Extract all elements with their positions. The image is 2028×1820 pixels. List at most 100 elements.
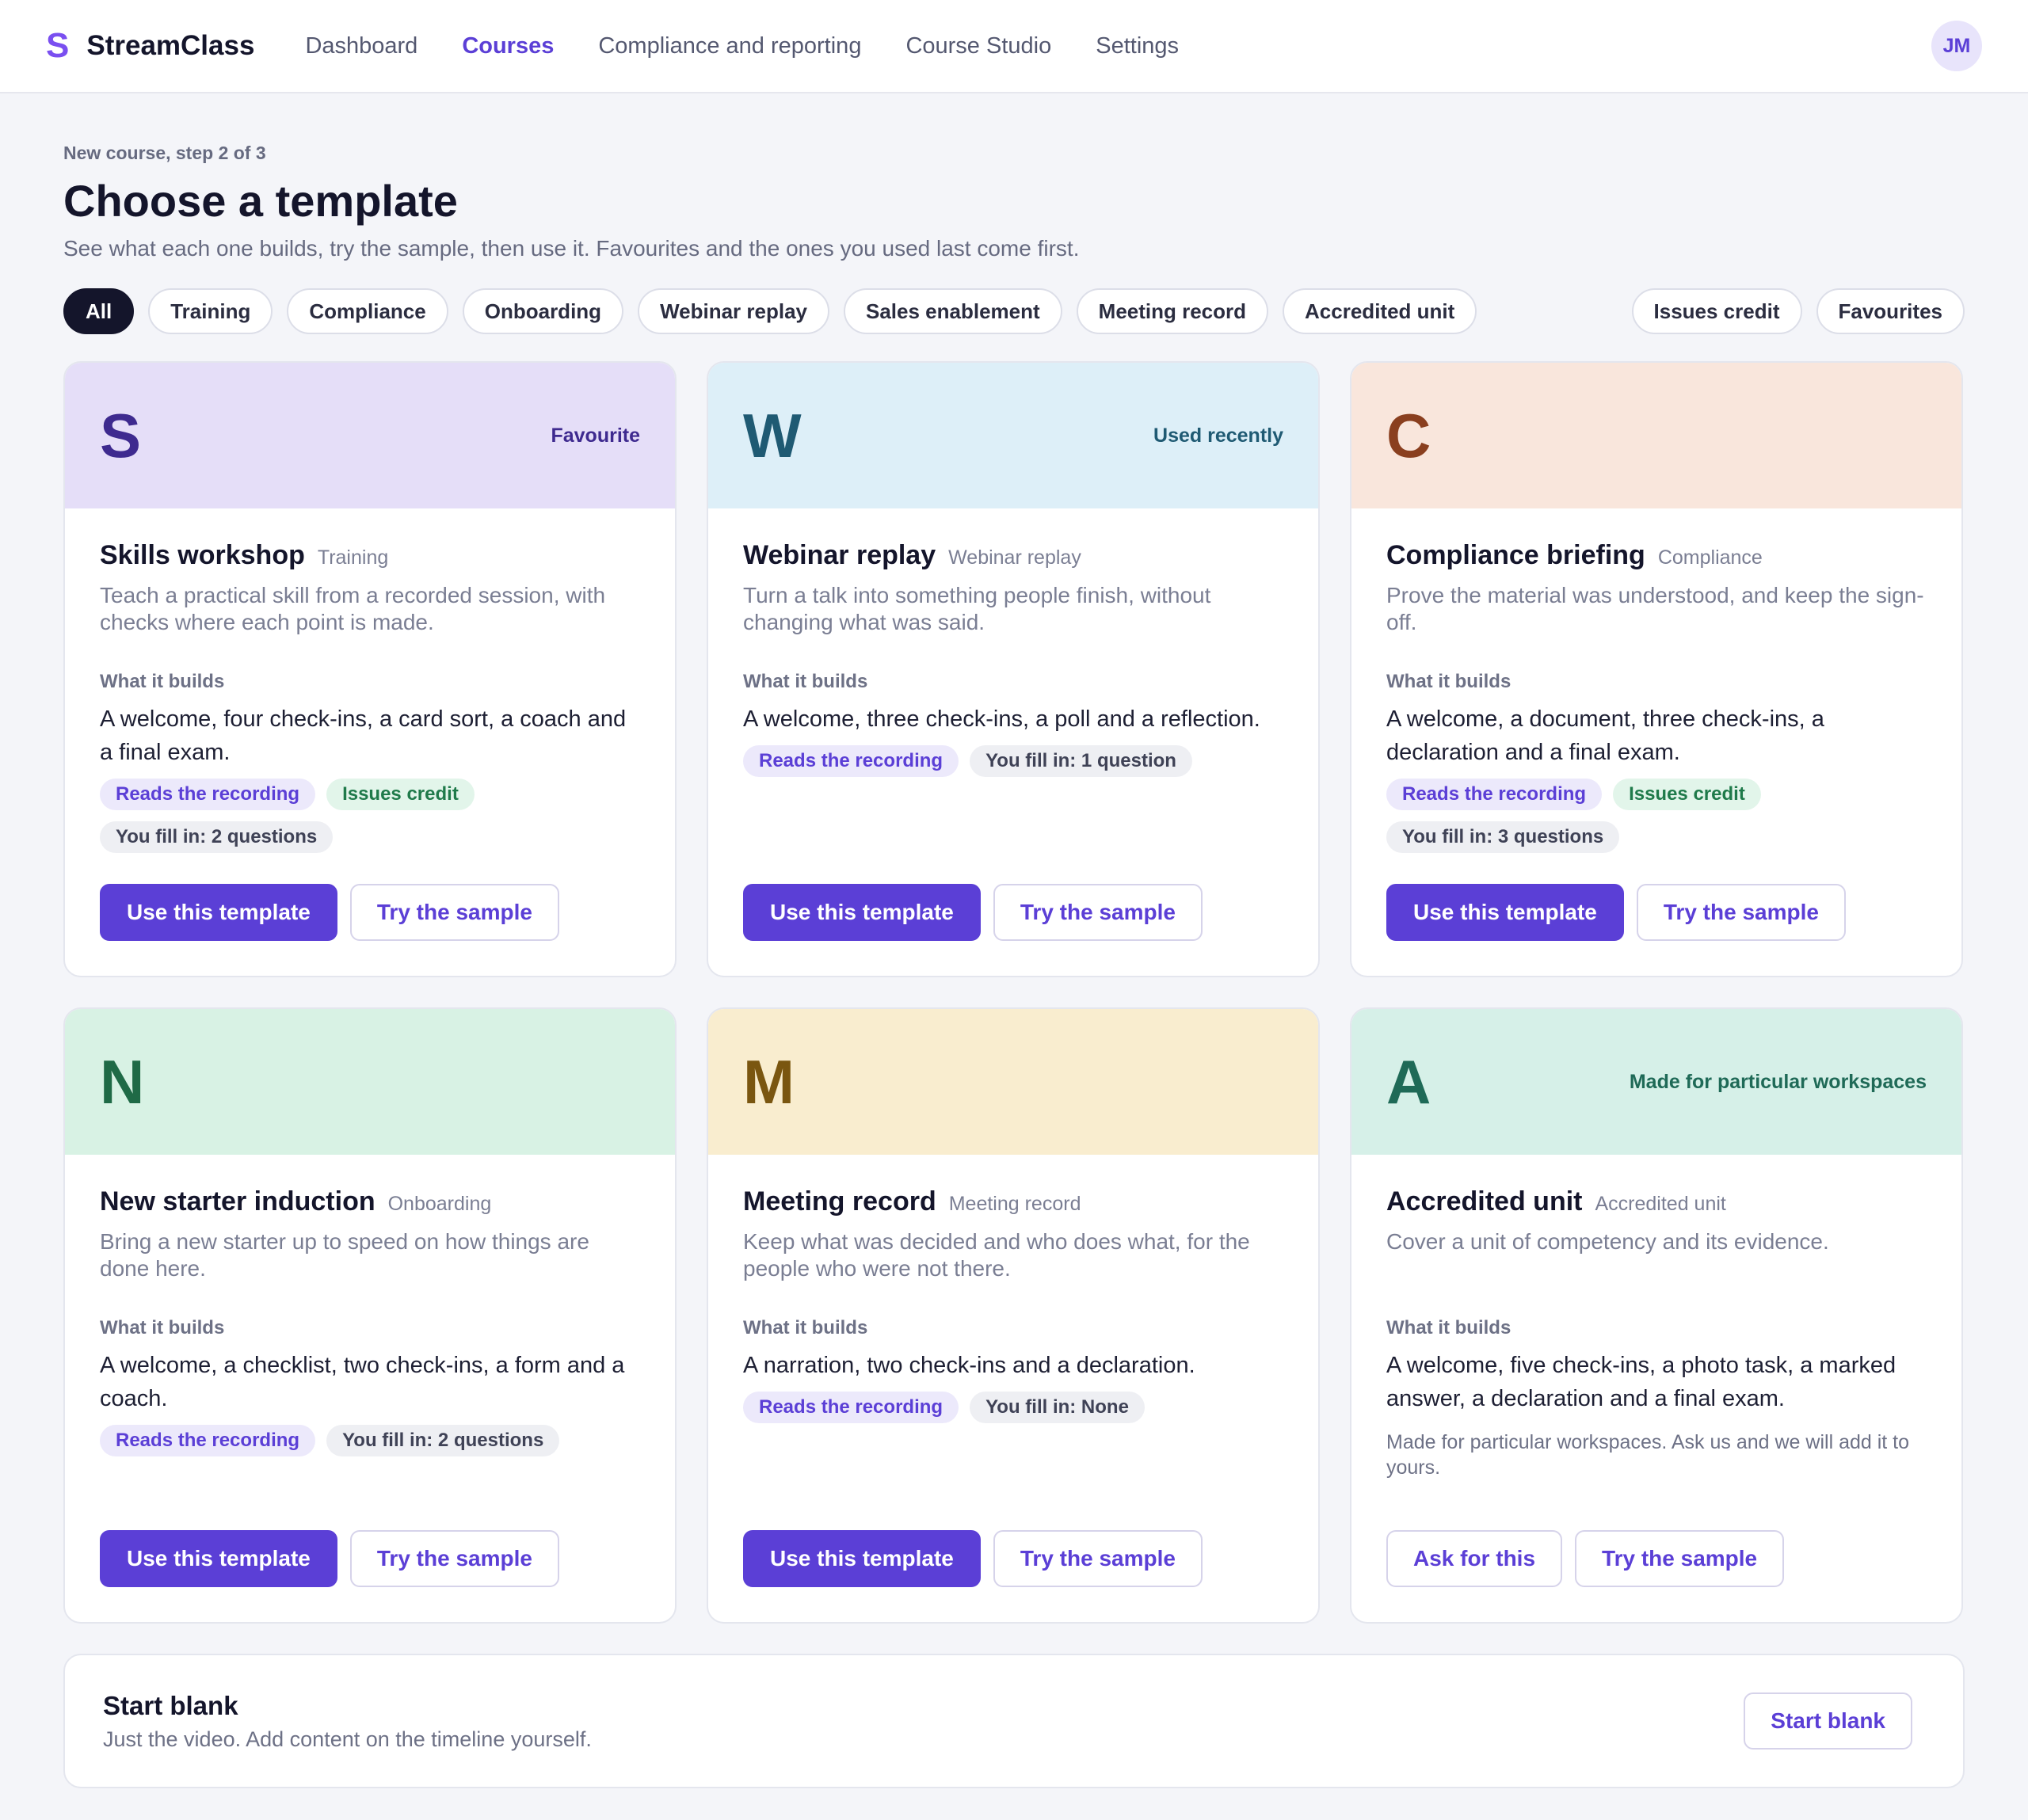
use-template-button[interactable]: Use this template <box>743 1530 981 1587</box>
builds-text: A welcome, a document, three check-ins, … <box>1386 706 1824 765</box>
card-category: Training <box>317 546 389 569</box>
card-title: Compliance briefing <box>1386 540 1645 570</box>
avatar[interactable]: JM <box>1931 21 1982 71</box>
badge-list: Reads the recording Issues credit You fi… <box>1386 779 1927 864</box>
start-blank-title: Start blank <box>103 1690 238 1720</box>
filter-chip-sales-enablement[interactable]: Sales enablement <box>844 288 1062 334</box>
badge-fill-in: You fill in: 3 questions <box>1386 821 1620 853</box>
card-description: Prove the material was understood, and k… <box>1386 583 1924 634</box>
template-card-accredited-unit: A Made for particular workspaces Accredi… <box>1350 1007 1963 1624</box>
use-template-button[interactable]: Use this template <box>1386 884 1624 941</box>
badge-issues-credit: Issues credit <box>1613 779 1761 810</box>
card-title: Skills workshop <box>100 540 305 570</box>
start-blank-panel: Start blank Just the video. Add content … <box>63 1654 1965 1788</box>
card-description: Bring a new starter up to speed on how t… <box>100 1229 589 1281</box>
try-sample-button[interactable]: Try the sample <box>993 1530 1203 1587</box>
try-sample-button[interactable]: Try the sample <box>349 884 559 941</box>
card-monogram: N <box>100 1046 145 1117</box>
filter-chip-issues-credit[interactable]: Issues credit <box>1631 288 1802 334</box>
card-category: Compliance <box>1657 546 1763 569</box>
card-flag: Made for particular workspaces <box>1629 1070 1927 1093</box>
template-card-compliance-briefing: C Compliance briefing Compliance Prove t… <box>1350 361 1963 977</box>
template-card-webinar-replay: W Used recently Webinar replay Webinar r… <box>707 361 1320 977</box>
card-monogram: M <box>743 1046 795 1117</box>
card-description: Keep what was decided and who does what,… <box>743 1229 1250 1281</box>
filter-chip-all[interactable]: All <box>63 288 135 334</box>
ask-for-this-button[interactable]: Ask for this <box>1386 1530 1563 1587</box>
builds-label: What it builds <box>100 1317 225 1338</box>
builds-label: What it builds <box>100 671 225 692</box>
template-card-skills-workshop: S Favourite Skills workshop Training Tea… <box>63 361 677 977</box>
card-flag: Favourite <box>551 424 640 447</box>
template-grid: S Favourite Skills workshop Training Tea… <box>63 361 1965 1624</box>
template-card-meeting-record: M Meeting record Meeting record Keep wha… <box>707 1007 1320 1624</box>
nav-item-course-studio[interactable]: Course Studio <box>905 33 1051 59</box>
card-title: Accredited unit <box>1386 1186 1583 1217</box>
template-card-new-starter-induction: N New starter induction Onboarding Bring… <box>63 1007 677 1624</box>
badge-reads-recording: Reads the recording <box>100 779 316 810</box>
card-header: M <box>708 1009 1318 1155</box>
start-blank-button[interactable]: Start blank <box>1744 1692 1912 1750</box>
card-category: Webinar replay <box>948 546 1081 569</box>
use-template-button[interactable]: Use this template <box>100 1530 337 1587</box>
builds-label: What it builds <box>1386 1317 1511 1338</box>
card-description: Cover a unit of competency and its evide… <box>1386 1229 1829 1254</box>
badge-fill-in: You fill in: 2 questions <box>326 1425 560 1456</box>
step-indicator: New course, step 2 of 3 <box>63 143 266 163</box>
badge-fill-in: You fill in: 1 question <box>970 745 1192 777</box>
card-category: Meeting record <box>948 1193 1081 1215</box>
filter-chip-training[interactable]: Training <box>148 288 273 334</box>
builds-text: A welcome, a checklist, two check-ins, a… <box>100 1353 625 1411</box>
card-header: N <box>65 1009 675 1155</box>
filter-chip-webinar-replay[interactable]: Webinar replay <box>638 288 829 334</box>
card-flag: Used recently <box>1153 424 1283 447</box>
badge-reads-recording: Reads the recording <box>743 745 959 777</box>
badge-list: Reads the recording You fill in: None <box>743 1392 1283 1434</box>
badge-reads-recording: Reads the recording <box>743 1392 959 1423</box>
card-description: Teach a practical skill from a recorded … <box>100 583 606 634</box>
card-header: C <box>1351 363 1961 508</box>
try-sample-button[interactable]: Try the sample <box>993 884 1203 941</box>
try-sample-button[interactable]: Try the sample <box>349 1530 559 1587</box>
badge-reads-recording: Reads the recording <box>100 1425 316 1456</box>
try-sample-button[interactable]: Try the sample <box>1636 884 1846 941</box>
badge-list: Reads the recording Issues credit You fi… <box>100 779 640 864</box>
nav-item-dashboard[interactable]: Dashboard <box>305 33 417 59</box>
nav-item-courses[interactable]: Courses <box>462 33 554 59</box>
badge-issues-credit: Issues credit <box>326 779 475 810</box>
availability-note: Made for particular workspaces. Ask us a… <box>1386 1431 1910 1479</box>
card-monogram: A <box>1386 1046 1431 1117</box>
brand[interactable]: S StreamClass <box>46 26 254 66</box>
badge-fill-in: You fill in: 2 questions <box>100 821 334 853</box>
builds-label: What it builds <box>743 1317 868 1338</box>
card-header: A Made for particular workspaces <box>1351 1009 1961 1155</box>
nav-item-settings[interactable]: Settings <box>1096 33 1179 59</box>
brand-logo-icon: S <box>46 26 70 65</box>
card-description: Turn a talk into something people finish… <box>743 583 1211 634</box>
card-title: Webinar replay <box>743 540 936 570</box>
use-template-button[interactable]: Use this template <box>100 884 337 941</box>
card-monogram: S <box>100 400 142 470</box>
card-title: Meeting record <box>743 1186 936 1217</box>
top-navigation: S StreamClass Dashboard Courses Complian… <box>0 0 2028 93</box>
builds-text: A welcome, four check-ins, a card sort, … <box>100 706 627 765</box>
page-subtitle: See what each one builds, try the sample… <box>63 236 1080 261</box>
badge-fill-in: You fill in: None <box>970 1392 1145 1423</box>
use-template-button[interactable]: Use this template <box>743 884 981 941</box>
card-header: W Used recently <box>708 363 1318 508</box>
card-category: Accredited unit <box>1595 1193 1726 1215</box>
card-category: Onboarding <box>387 1193 492 1215</box>
badge-reads-recording: Reads the recording <box>1386 779 1603 810</box>
builds-text: A narration, two check-ins and a declara… <box>743 1353 1195 1378</box>
filter-chip-favourites[interactable]: Favourites <box>1816 288 1965 334</box>
filter-chip-accredited-unit[interactable]: Accredited unit <box>1283 288 1477 334</box>
filter-chip-meeting-record[interactable]: Meeting record <box>1076 288 1269 334</box>
try-sample-button[interactable]: Try the sample <box>1575 1530 1785 1587</box>
nav-item-compliance-and-reporting[interactable]: Compliance and reporting <box>598 33 861 59</box>
filter-bar: All Training Compliance Onboarding Webin… <box>63 288 1965 334</box>
brand-name: StreamClass <box>86 30 255 61</box>
filter-chip-onboarding[interactable]: Onboarding <box>462 288 624 334</box>
filter-chip-compliance[interactable]: Compliance <box>287 288 448 334</box>
badge-list: Reads the recording You fill in: 1 quest… <box>743 745 1283 788</box>
builds-label: What it builds <box>743 671 868 692</box>
